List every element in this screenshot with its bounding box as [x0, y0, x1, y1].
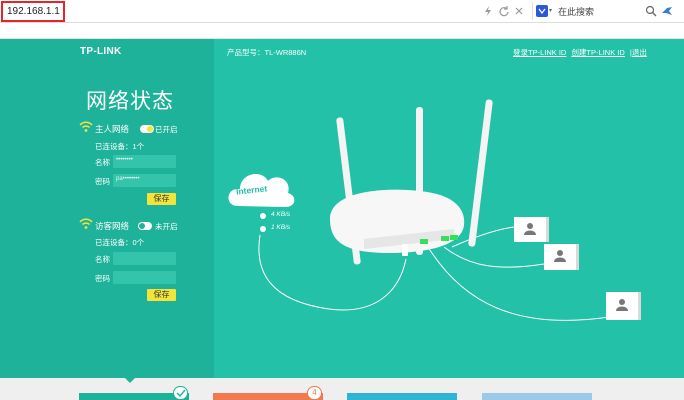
- sidebar: TP-LINK 网络状态 主人网络 已开启 已连设备：1个 名称 •••••••…: [0, 39, 214, 378]
- host-network-label: 主人网络: [95, 124, 130, 134]
- guest-network-status: 未开启: [155, 222, 178, 231]
- cable-line: [427, 246, 610, 321]
- page-title: 网络状态: [86, 90, 174, 113]
- wifi-icon: [79, 121, 93, 132]
- download-arrow-icon: [260, 226, 266, 232]
- tab-settings[interactable]: [347, 393, 457, 400]
- guest-name-label: 名称: [95, 255, 110, 264]
- bottom-nav: 4: [0, 377, 684, 400]
- upload-arrow-icon: [260, 213, 266, 219]
- host-save-button[interactable]: 保存: [147, 193, 176, 205]
- guest-password-field[interactable]: [113, 271, 176, 284]
- wifi-icon: [79, 218, 93, 229]
- page-top-spacer: [0, 23, 684, 39]
- router-icon: [330, 189, 465, 256]
- host-password-label: 密码: [95, 177, 110, 186]
- search-input[interactable]: 在此搜索: [558, 5, 594, 18]
- guest-password-label: 密码: [95, 274, 110, 283]
- browser-toolbar: 192.168.1.1 ▾ 在此搜索: [0, 0, 684, 23]
- router-antenna: [468, 99, 493, 247]
- host-network-status: 已开启: [155, 125, 178, 134]
- computer-icon: [606, 292, 641, 320]
- search-box[interactable]: ▾ 在此搜索: [532, 2, 672, 20]
- device-count-badge: 4: [307, 386, 322, 400]
- guest-devices-label: 已连设备：0个: [95, 238, 145, 247]
- address-bar[interactable]: 192.168.1.1: [1, 1, 65, 22]
- search-engine-icon[interactable]: [536, 5, 548, 17]
- guest-network-label: 访客网络: [95, 221, 130, 231]
- main-panel: 产品型号：TL-WR886N 登录TP-LINK ID 创建TP-LINK ID…: [214, 39, 684, 378]
- upload-speed: 4 KB/s: [271, 211, 291, 218]
- bird-icon[interactable]: [661, 5, 673, 17]
- refresh-icon[interactable]: [498, 5, 510, 17]
- guest-network-toggle[interactable]: [138, 222, 152, 230]
- host-name-label: 名称: [95, 158, 110, 167]
- computer-icon: [514, 217, 549, 242]
- computer-icon: [544, 244, 579, 270]
- search-icon[interactable]: [645, 5, 657, 17]
- lightning-icon[interactable]: [482, 5, 494, 17]
- network-topology-diagram: [228, 99, 641, 321]
- host-password-field[interactable]: pa••••••••: [113, 174, 176, 187]
- cable-line: [443, 246, 545, 268]
- check-badge-icon: [173, 386, 188, 400]
- host-network-toggle[interactable]: [140, 125, 154, 133]
- guest-name-field[interactable]: [113, 252, 176, 265]
- guest-save-button[interactable]: 保存: [147, 289, 176, 301]
- host-name-field[interactable]: ••••••••: [113, 155, 176, 168]
- tab-advanced[interactable]: [482, 393, 592, 400]
- download-speed: 1 KB/s: [271, 224, 291, 231]
- brand-logo: TP-LINK: [80, 46, 122, 57]
- close-icon[interactable]: [513, 5, 525, 17]
- active-tab-pointer-icon: [124, 377, 136, 383]
- host-devices-label: 已连设备：1个: [95, 142, 145, 151]
- dropdown-arrow-icon[interactable]: ▾: [549, 7, 552, 14]
